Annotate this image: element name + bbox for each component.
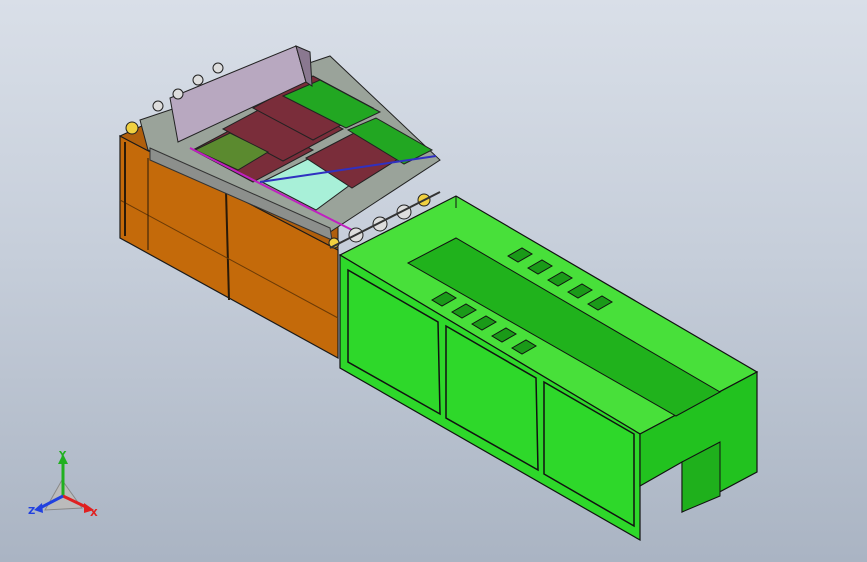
y-axis-label: Y [58, 450, 67, 461]
z-axis-label: Z [28, 506, 35, 517]
coordinate-triad: Y X Z [28, 450, 98, 519]
x-axis-label: X [90, 508, 98, 519]
green-tank[interactable] [338, 195, 759, 542]
cad-viewport[interactable]: Y X Z [0, 0, 867, 562]
model-canvas[interactable]: Y X Z [0, 0, 867, 562]
